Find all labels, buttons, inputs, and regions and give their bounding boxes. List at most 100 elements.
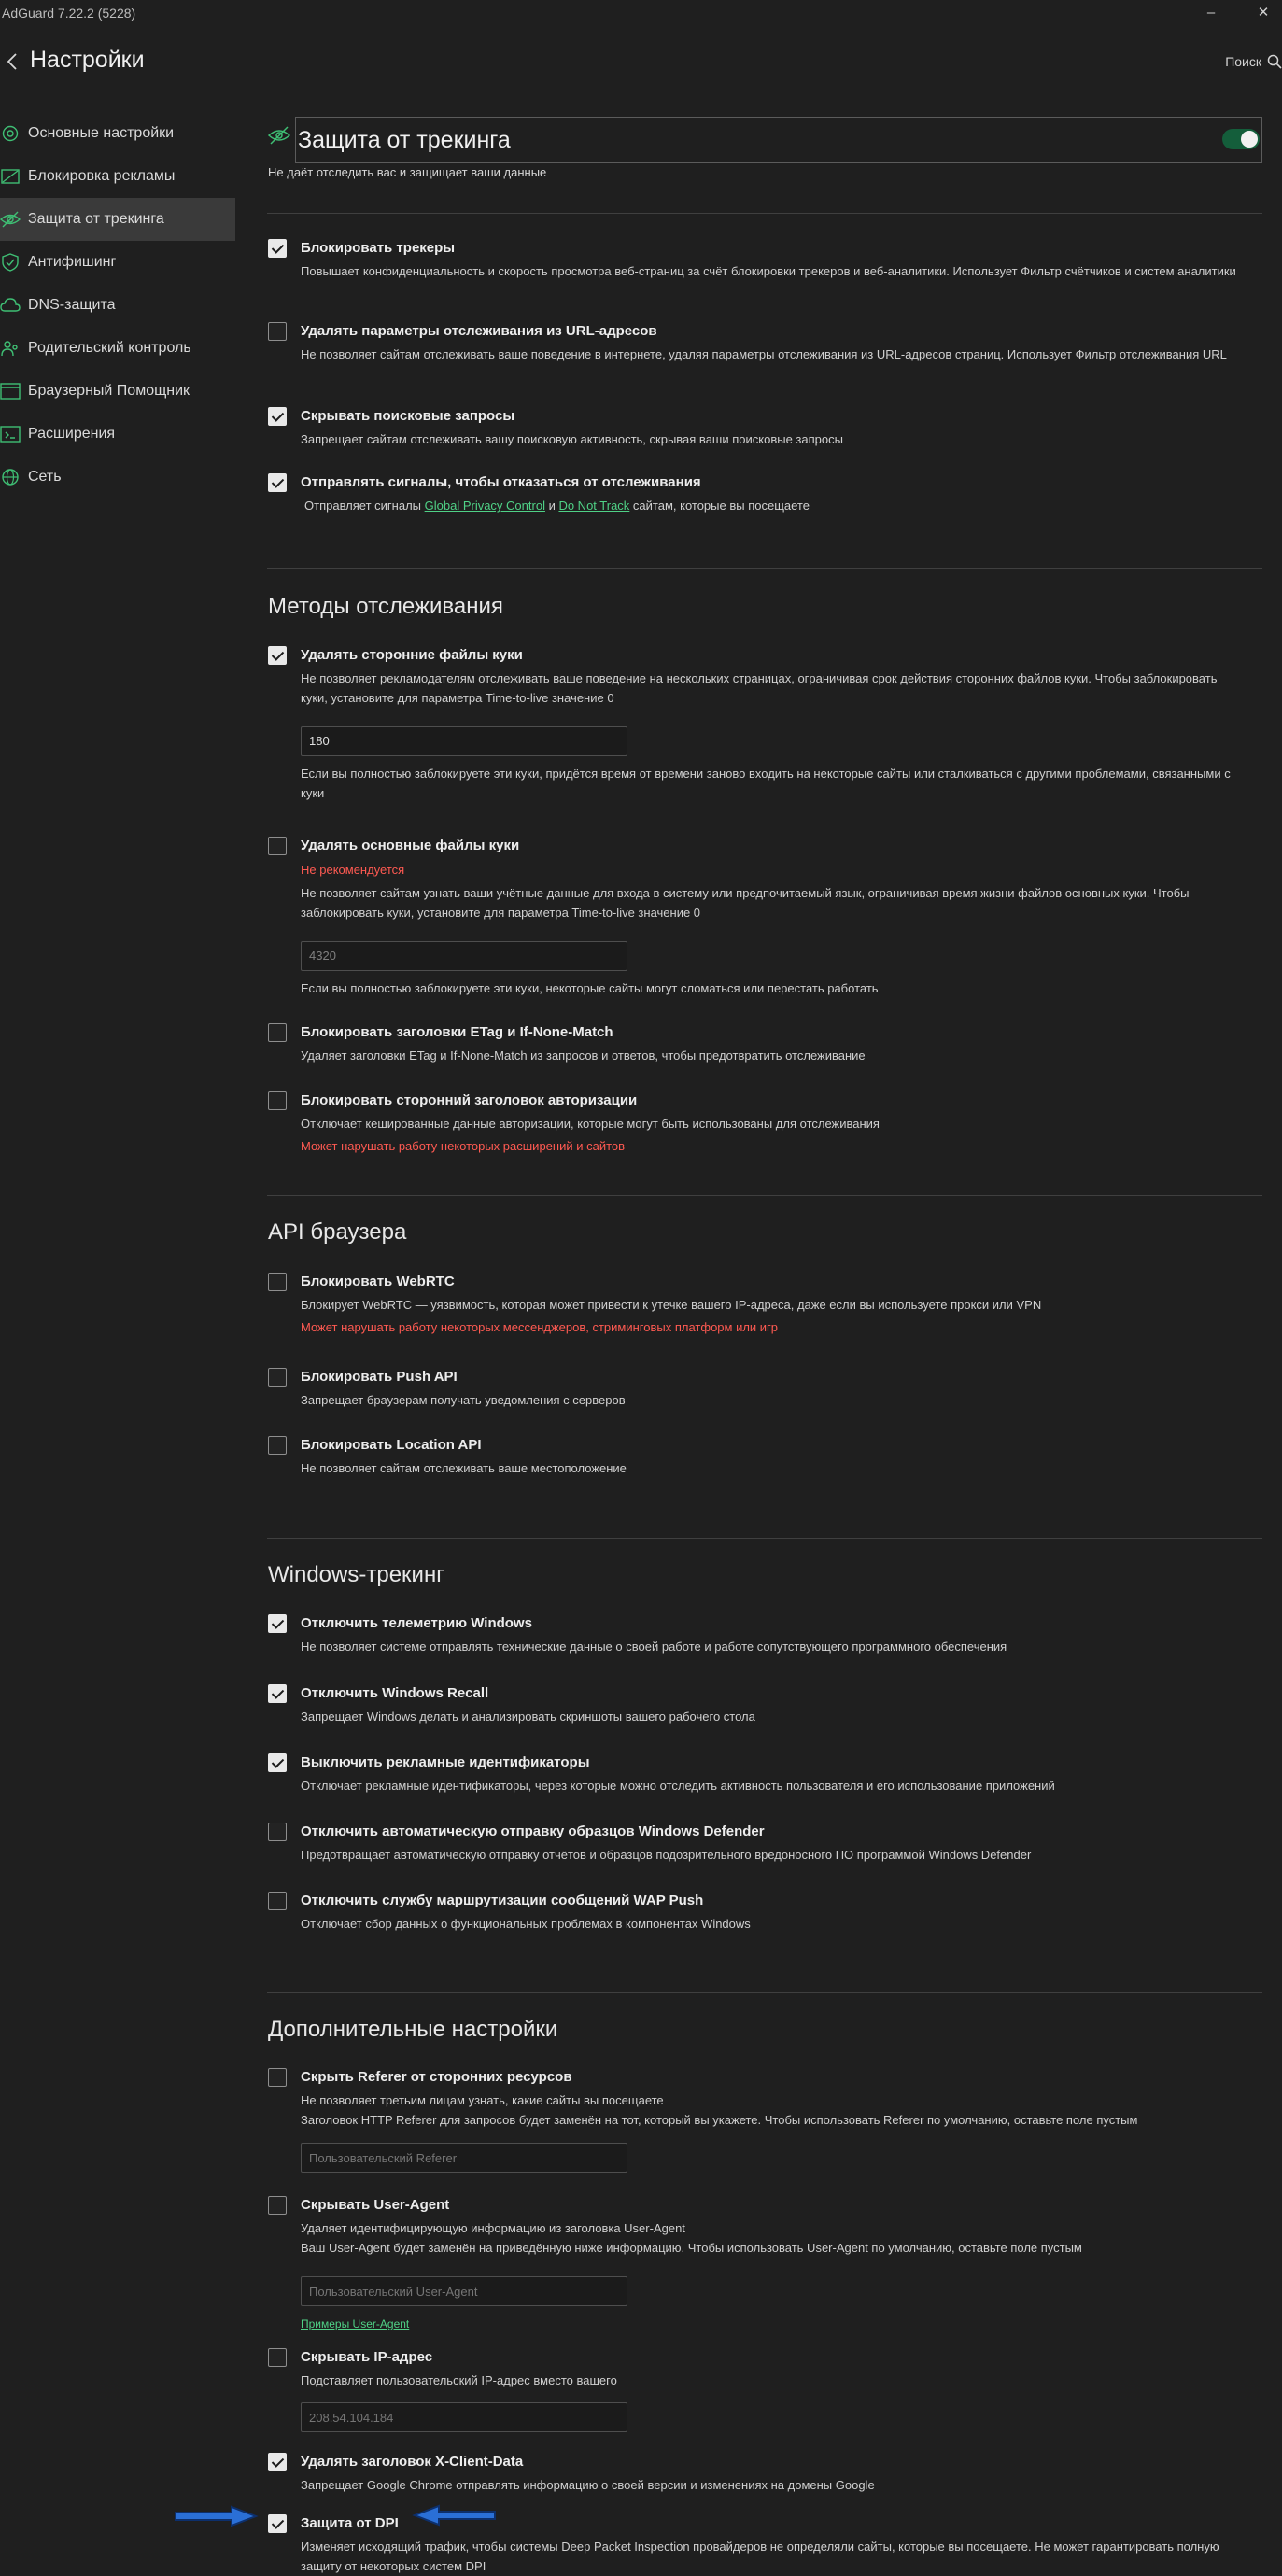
search-label: Поиск bbox=[1225, 54, 1261, 69]
option-description: Блокирует WebRTC — уязвимость, которая м… bbox=[301, 1298, 1042, 1312]
x-client-data-checkbox[interactable] bbox=[268, 2453, 287, 2471]
telemetry-checkbox[interactable] bbox=[268, 1614, 287, 1633]
back-arrow-icon[interactable] bbox=[4, 50, 22, 73]
sidebar-item-tracking-protection[interactable]: Защита от трекинга bbox=[0, 198, 235, 241]
option-description: Отправляет сигналы Global Privacy Contro… bbox=[304, 496, 1247, 515]
sidebar-item-label: Антифишинг bbox=[28, 254, 117, 270]
page-title: Настройки bbox=[30, 47, 145, 73]
search-button[interactable]: Поиск bbox=[1225, 52, 1282, 71]
option-description: Запрещает сайтам отслеживать вашу поиско… bbox=[301, 432, 843, 446]
option-description: Запрещает Windows делать и анализировать… bbox=[301, 1710, 755, 1724]
sidebar-item-browser-assistant[interactable]: Браузерный Помощник bbox=[0, 370, 235, 413]
divider bbox=[267, 1195, 1262, 1196]
option-title: Отключить телеметрию Windows bbox=[301, 1615, 532, 1631]
gpc-link[interactable]: Global Privacy Control bbox=[425, 499, 545, 513]
divider bbox=[267, 1538, 1262, 1539]
option-title: Блокировать WebRTC bbox=[301, 1274, 455, 1289]
option-description: Предотвращает автоматическую отправку от… bbox=[301, 1848, 1032, 1862]
sidebar-item-network[interactable]: Сеть bbox=[0, 456, 235, 499]
sidebar-item-dns[interactable]: DNS-защита bbox=[0, 284, 235, 327]
option-title: Удалять заголовок X-Client-Data bbox=[301, 2454, 524, 2470]
first-party-cookies-ttl-input[interactable]: 4320 bbox=[301, 941, 627, 971]
page-header: Настройки Поиск bbox=[0, 37, 1282, 84]
sidebar-item-extensions[interactable]: Расширения bbox=[0, 413, 235, 456]
recall-checkbox[interactable] bbox=[268, 1684, 287, 1703]
block-trackers-checkbox[interactable] bbox=[268, 239, 287, 258]
hide-user-agent-checkbox[interactable] bbox=[268, 2196, 287, 2215]
first-party-cookies-checkbox[interactable] bbox=[268, 837, 287, 855]
close-window-button[interactable]: ✕ bbox=[1251, 2, 1275, 24]
annotation-arrow-left-icon bbox=[412, 2504, 496, 2527]
option-title: Скрывать IP-адрес bbox=[301, 2349, 433, 2365]
user-agent-examples-link[interactable]: Примеры User-Agent bbox=[301, 2315, 409, 2334]
option-description: Не позволяет рекламодателям отслеживать … bbox=[301, 671, 1218, 705]
option-description: Подставляет пользовательский IP-адрес вм… bbox=[301, 2373, 617, 2387]
send-signals-checkbox[interactable] bbox=[268, 473, 287, 492]
hide-ip-checkbox[interactable] bbox=[268, 2348, 287, 2367]
tracking-protection-toggle[interactable] bbox=[1222, 129, 1260, 149]
option-title: Блокировать Push API bbox=[301, 1369, 458, 1385]
sidebar-item-parental[interactable]: Родительский контроль bbox=[0, 327, 235, 370]
option-description: Изменяет исходящий трафик, чтобы системы… bbox=[301, 2540, 1219, 2573]
third-party-cookies-ttl-input[interactable]: 180 bbox=[301, 726, 627, 756]
option-description: Повышает конфиденциальность и скорость п… bbox=[301, 264, 1236, 278]
option-description-secondary: Заголовок HTTP Referer для запросов буде… bbox=[301, 2113, 1138, 2127]
dnt-link[interactable]: Do Not Track bbox=[558, 499, 629, 513]
option-description: Удаляет заголовки ETag и If-None-Match и… bbox=[301, 1049, 866, 1063]
location-api-checkbox[interactable] bbox=[268, 1436, 287, 1455]
minimize-button[interactable]: – bbox=[1199, 2, 1223, 24]
option-description: Не позволяет сайтам отслеживать ваше мес… bbox=[301, 1461, 627, 1475]
ad-identifiers-checkbox[interactable] bbox=[268, 1753, 287, 1772]
warning-text: Может нарушать работу некоторых мессендж… bbox=[301, 1320, 779, 1334]
desc-text: и bbox=[544, 499, 559, 513]
referer-input[interactable] bbox=[301, 2143, 627, 2173]
push-api-checkbox[interactable] bbox=[268, 1368, 287, 1387]
sidebar-item-label: Расширения bbox=[28, 426, 116, 442]
url-params-checkbox[interactable] bbox=[268, 322, 287, 341]
sidebar-item-general[interactable]: Основные настройки bbox=[0, 112, 235, 155]
page-heading-box: Защита от трекинга bbox=[295, 117, 1262, 163]
ip-input[interactable] bbox=[301, 2402, 627, 2432]
option-description: Отключает кешированные данные авторизаци… bbox=[301, 1117, 880, 1131]
section-title-windows: Windows-трекинг bbox=[268, 1562, 444, 1587]
shield-icon bbox=[2, 253, 19, 272]
sidebar-item-label: Родительский контроль bbox=[28, 340, 191, 356]
option-description: Запрещает Google Chrome отправлять инфор… bbox=[301, 2478, 875, 2492]
sidebar-item-ad-blocking[interactable]: Блокировка рекламы bbox=[0, 155, 235, 198]
sidebar-item-label: Браузерный Помощник bbox=[28, 383, 190, 399]
sidebar-item-antiphishing[interactable]: Антифишинг bbox=[0, 241, 235, 284]
wap-push-checkbox[interactable] bbox=[268, 1892, 287, 1910]
etag-checkbox[interactable] bbox=[268, 1023, 287, 1042]
sidebar-item-label: Защита от трекинга bbox=[28, 211, 164, 227]
window-titlebar: AdGuard 7.22.2 (5228) – ✕ bbox=[0, 0, 1282, 26]
sidebar-item-label: Основные настройки bbox=[28, 125, 175, 141]
block-icon bbox=[1, 169, 20, 184]
webrtc-checkbox[interactable] bbox=[268, 1273, 287, 1291]
option-description: Не позволяет сайтам отслеживать ваше пов… bbox=[301, 347, 1227, 361]
warning-text: Может нарушать работу некоторых расширен… bbox=[301, 1139, 626, 1153]
extensions-icon bbox=[0, 426, 21, 443]
warning-text: Не рекомендуется bbox=[301, 863, 405, 877]
option-title: Отключить службу маршрутизации сообщений… bbox=[301, 1893, 704, 1908]
hide-referer-checkbox[interactable] bbox=[268, 2068, 287, 2087]
dpi-protection-checkbox[interactable] bbox=[268, 2514, 287, 2533]
section-title-browser-api: API браузера bbox=[268, 1219, 407, 1245]
option-description: Не позволяет третьим лицам узнать, какие… bbox=[301, 2093, 664, 2107]
sidebar-item-label: Сеть bbox=[28, 469, 62, 485]
auth-header-checkbox[interactable] bbox=[268, 1091, 287, 1110]
defender-samples-checkbox[interactable] bbox=[268, 1823, 287, 1841]
option-description: Не позволяет системе отправлять техничес… bbox=[301, 1640, 1007, 1654]
browser-icon bbox=[0, 383, 21, 400]
option-description: Удаляет идентифицирующую информацию из з… bbox=[301, 2221, 685, 2235]
user-agent-input[interactable] bbox=[301, 2276, 627, 2306]
sidebar-item-label: Блокировка рекламы bbox=[28, 168, 176, 184]
option-note: Если вы полностью заблокируете эти куки,… bbox=[301, 981, 879, 995]
section-heading: Защита от трекинга bbox=[298, 127, 511, 153]
parental-icon bbox=[1, 341, 18, 357]
third-party-cookies-checkbox[interactable] bbox=[268, 646, 287, 665]
hide-search-checkbox[interactable] bbox=[268, 407, 287, 426]
globe-icon bbox=[2, 469, 19, 486]
option-title: Блокировать трекеры bbox=[301, 240, 456, 256]
annotation-arrow-right-icon bbox=[175, 2505, 259, 2527]
option-title: Скрывать поисковые запросы bbox=[301, 408, 515, 424]
